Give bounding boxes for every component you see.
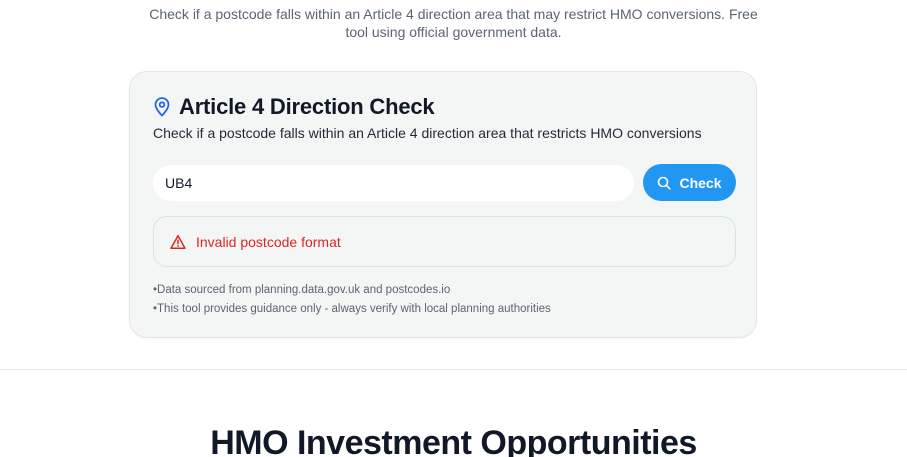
- search-icon: [657, 176, 672, 190]
- intro-line-2: tool using official government data.: [345, 24, 562, 40]
- postcode-input[interactable]: [153, 165, 634, 201]
- error-message: Invalid postcode format: [196, 233, 341, 250]
- article4-check-card: Article 4 Direction Check Check if a pos…: [129, 71, 757, 338]
- intro-line-1: Check if a postcode falls within an Arti…: [149, 6, 758, 22]
- section-divider: [0, 369, 907, 370]
- page: Check if a postcode falls within an Arti…: [0, 0, 907, 457]
- card-subtitle: Check if a postcode falls within an Arti…: [153, 125, 702, 141]
- card-header: Article 4 Direction Check: [153, 92, 435, 122]
- check-button[interactable]: Check: [643, 164, 736, 201]
- section-heading: HMO Investment Opportunities: [210, 424, 697, 457]
- warning-icon: [170, 234, 186, 250]
- card-title: Article 4 Direction Check: [179, 94, 435, 119]
- note-data-source: Data sourced from planning.data.gov.uk a…: [153, 281, 551, 300]
- error-alert: Invalid postcode format: [153, 216, 736, 267]
- notes-list: Data sourced from planning.data.gov.uk a…: [153, 281, 551, 319]
- map-pin-icon: [153, 97, 171, 117]
- intro-text: Check if a postcode falls within an Arti…: [130, 5, 777, 41]
- check-button-label: Check: [679, 174, 722, 191]
- note-disclaimer: This tool provides guidance only - alway…: [153, 300, 551, 319]
